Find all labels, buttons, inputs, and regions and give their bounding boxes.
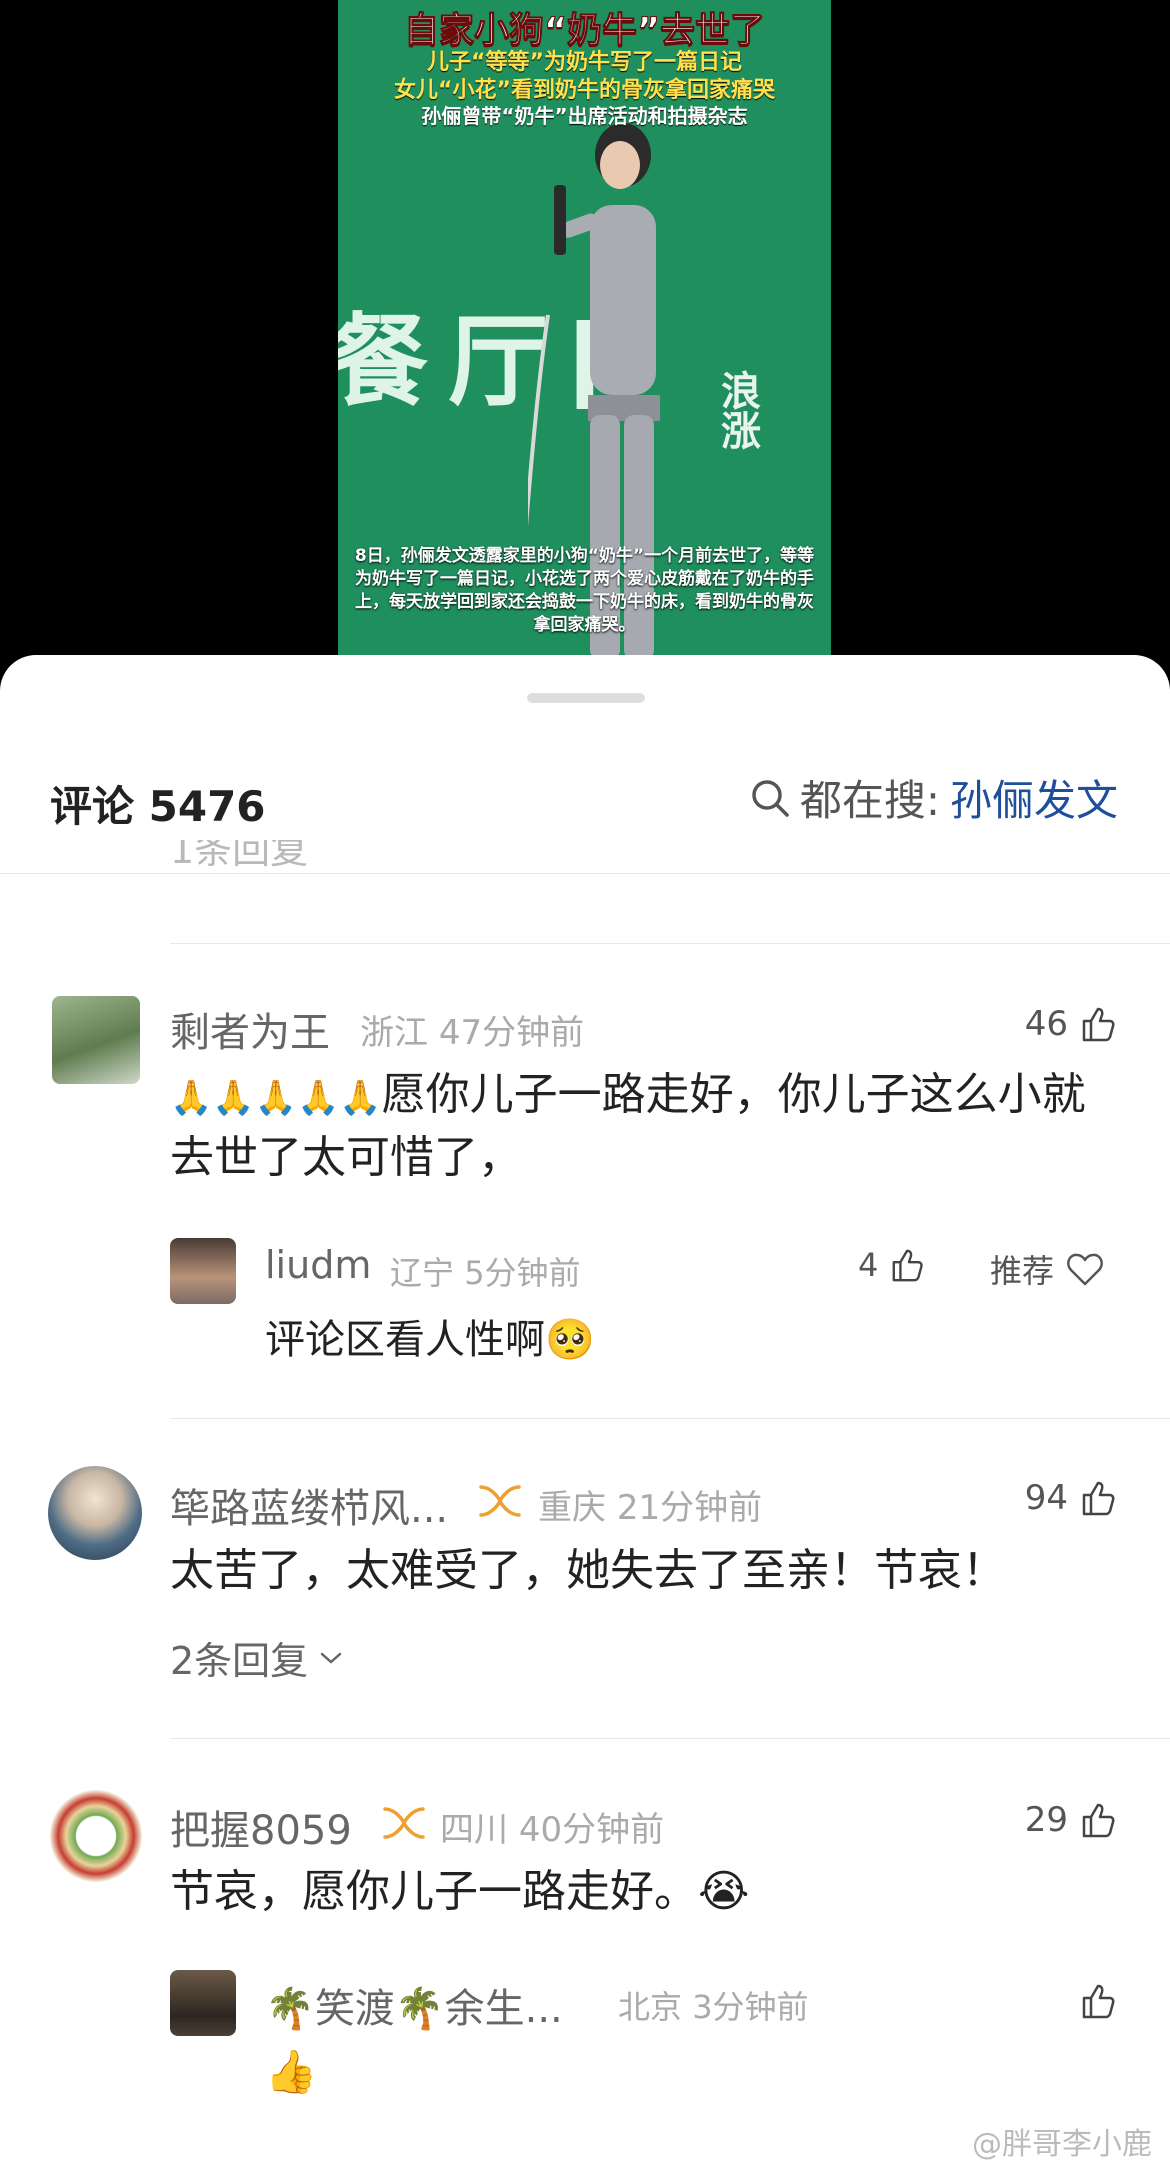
comment-time: 47分钟前	[438, 1013, 585, 1053]
comment-body: 节哀，愿你儿子一路走好。	[170, 1866, 698, 1917]
avatar[interactable]	[170, 1970, 236, 2036]
pleading-emoji: 🥺	[545, 1317, 595, 1363]
video-player[interactable]: 餐厅[ 浪涨 自家小狗“奶牛”去世了 儿子“等等”为奶牛写了一篇日记 女儿“小花…	[0, 0, 1170, 690]
comment-time: 40分钟前	[518, 1810, 665, 1850]
video-caption: 8日，孙俪发文透露家里的小狗“奶牛”一个月前去世了，等等为奶牛写了一篇日记，小花…	[354, 546, 815, 635]
like-count: 46	[1024, 1004, 1068, 1044]
reply-meta: 辽宁 5分钟前	[390, 1248, 581, 1294]
search-icon	[752, 779, 789, 817]
reply-location: 辽宁	[390, 1254, 455, 1292]
crying-emoji: 😭	[698, 1866, 750, 1917]
like-button[interactable]: 29	[1025, 1800, 1118, 1840]
recommend-button[interactable]: 推荐	[990, 1246, 1104, 1292]
thumbs-up-icon	[1082, 1803, 1115, 1838]
avatar[interactable]	[52, 996, 140, 1084]
search-keyword-link[interactable]: 孙俪发文	[950, 767, 1118, 828]
commenter-name[interactable]: 筚路蓝缕栉风...	[170, 1476, 448, 1534]
heart-icon	[1067, 1253, 1103, 1286]
comment-meta: 浙江 47分钟前	[360, 1005, 584, 1054]
comment-time: 21分钟前	[616, 1488, 763, 1528]
like-button[interactable]: 46	[1025, 1004, 1118, 1044]
commenter-name[interactable]: 剩者为王	[170, 1000, 330, 1058]
watermark: @胖哥李小鹿	[972, 2127, 1152, 2162]
comment-meta: 重庆 21分钟前	[538, 1480, 762, 1529]
comment-text: 节哀，愿你儿子一路走好。😭	[170, 1862, 1120, 1922]
vip-badge-icon	[383, 1807, 425, 1839]
divider	[170, 1418, 1170, 1419]
reply-name-text: 笑渡	[314, 1986, 395, 2032]
like-button[interactable]: 94	[1025, 1478, 1118, 1518]
thumbs-up-icon	[892, 1249, 924, 1282]
comment-sheet: 评论 5476 都在搜: 孙俪发文	[0, 655, 1170, 2171]
vip-badge-icon	[479, 1485, 521, 1517]
thumbs-up-icon	[1082, 1007, 1115, 1042]
video-frame[interactable]: 餐厅[ 浪涨 自家小狗“奶牛”去世了 儿子“等等”为奶牛写了一篇日记 女儿“小花…	[338, 0, 831, 660]
reply-name[interactable]: 🌴笑渡🌴余生...	[265, 1976, 563, 2034]
reply-name[interactable]: liudm	[265, 1243, 371, 1287]
sheet-grabber[interactable]	[527, 693, 645, 703]
header-divider	[0, 873, 1170, 874]
view-replies-link[interactable]: 2条回复	[170, 1630, 344, 1685]
like-button[interactable]: 4	[858, 1246, 926, 1284]
reply-text: 👍	[265, 2047, 318, 2096]
divider	[170, 943, 1170, 944]
partial-reply-link[interactable]: 1条回复	[170, 840, 308, 868]
comment-text: 太苦了，太难受了，她失去了至亲！节哀！	[170, 1545, 1006, 1596]
avatar[interactable]	[48, 1466, 142, 1560]
avatar[interactable]	[50, 1790, 142, 1882]
video-logo: 浪涨	[714, 370, 760, 450]
commenter-name[interactable]: 把握8059	[170, 1798, 352, 1856]
like-count: 94	[1024, 1478, 1068, 1518]
reply-time: 5分钟前	[464, 1254, 581, 1292]
reply-location: 北京	[618, 1988, 683, 2026]
comment-count-title: 评论 5476	[50, 782, 266, 831]
divider	[170, 1738, 1170, 1739]
comment-meta: 四川 40分钟前	[440, 1802, 664, 1851]
reply-name-suffix: 余生...	[444, 1986, 563, 2032]
thumbs-up-icon	[1082, 1984, 1115, 2019]
trending-search[interactable]: 都在搜: 孙俪发文	[750, 767, 1118, 828]
recommend-label: 推荐	[990, 1252, 1055, 1290]
comment-text: 🙏🙏🙏🙏🙏愿你儿子一路走好，你儿子这么小就去世了太可惜了，	[170, 1065, 1120, 1188]
thumbs-up-icon	[1082, 1481, 1115, 1516]
comment-location: 重庆	[538, 1488, 606, 1528]
comment-location: 四川	[440, 1810, 508, 1850]
avatar[interactable]	[170, 1238, 236, 1304]
like-count: 29	[1024, 1800, 1068, 1840]
reply-meta: 北京 3分钟前	[618, 1982, 809, 2028]
like-count: 4	[858, 1246, 879, 1284]
chevron-down-icon	[320, 1652, 342, 1664]
replies-count: 2条回复	[170, 1639, 309, 1683]
comment-location: 浙江	[360, 1013, 428, 1053]
palm-emoji: 🌴	[265, 1986, 315, 2032]
reply-body: 评论区看人性啊	[265, 1317, 545, 1363]
like-button[interactable]	[1068, 1982, 1118, 2020]
pray-emoji: 🙏🙏🙏🙏🙏	[170, 1078, 382, 1118]
reply-time: 3分钟前	[692, 1988, 809, 2026]
palm-emoji: 🌴	[394, 1986, 445, 2032]
search-label: 都在搜:	[799, 776, 940, 825]
video-title-line4: 孙俪曾带“奶牛”出席活动和拍摄杂志	[421, 104, 748, 128]
reply-text: 评论区看人性啊🥺	[265, 1310, 595, 1370]
